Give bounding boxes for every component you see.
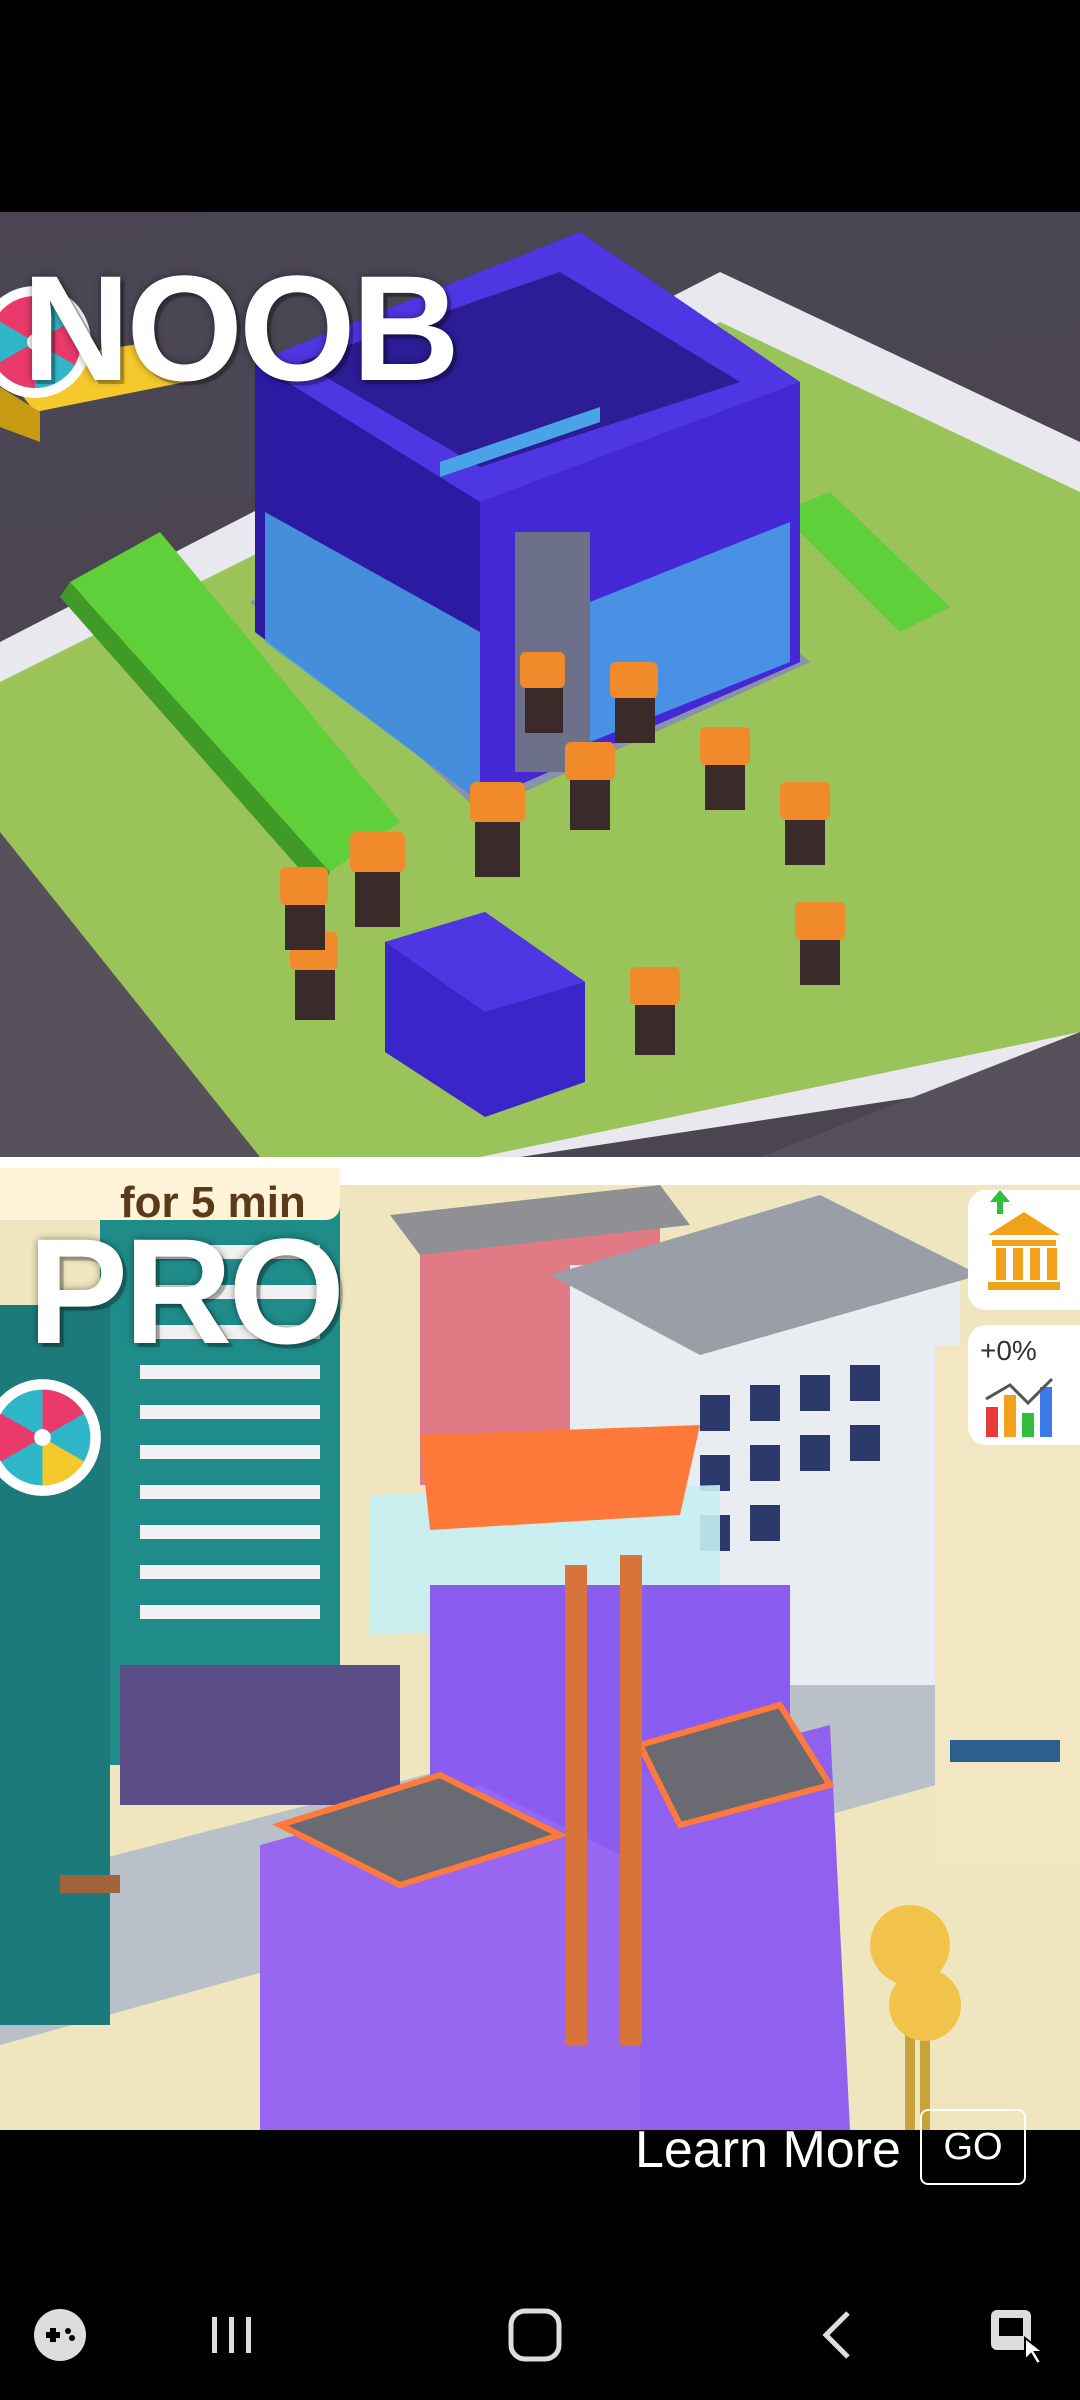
noob-gameplay-panel: NOOB (0, 212, 1080, 1157)
stats-button[interactable]: +0% (968, 1325, 1080, 1445)
go-button[interactable]: GO (920, 2109, 1026, 2185)
gamepad-icon[interactable] (15, 2290, 105, 2380)
spin-wheel-icon[interactable] (0, 1375, 105, 1500)
boost-timer-text: for 5 min (120, 1178, 306, 1227)
learn-more-link[interactable]: Learn More (635, 2120, 901, 2180)
home-icon[interactable] (490, 2290, 580, 2380)
bank-button[interactable] (968, 1190, 1080, 1310)
percent-text: +0% (980, 1335, 1037, 1366)
accessibility-icon[interactable] (975, 2290, 1065, 2380)
recent-apps-icon[interactable] (187, 2290, 277, 2380)
back-icon[interactable] (795, 2290, 885, 2380)
pro-label: PRO (28, 1207, 345, 1375)
bank-icon (988, 1190, 1060, 1290)
stats-chart-icon (985, 1377, 1054, 1437)
noob-label: NOOB (22, 244, 460, 412)
pro-gameplay-panel: +0% PRO (0, 1185, 1080, 2130)
